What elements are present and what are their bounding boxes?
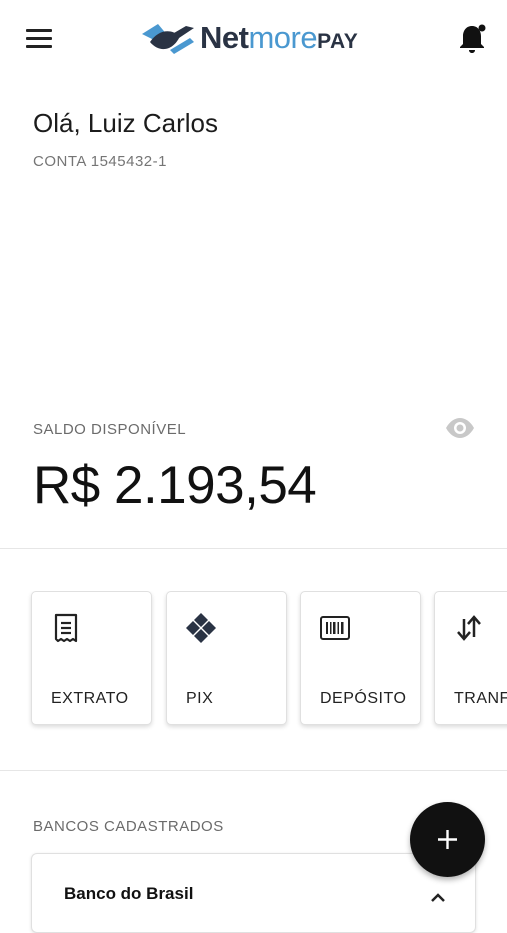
- balance-value: R$ 2.193,54: [33, 456, 317, 515]
- eye-icon[interactable]: [444, 416, 476, 440]
- logo-wordmark: NetmorePAY: [200, 20, 359, 55]
- barcode-icon: [320, 616, 350, 640]
- action-label: EXTRATO: [51, 690, 129, 707]
- divider: [0, 770, 507, 771]
- netmore-pay-logo: NetmorePAY: [140, 18, 358, 58]
- bell-icon[interactable]: [458, 22, 486, 54]
- bank-card[interactable]: Banco do Brasil: [31, 853, 476, 933]
- action-label: DEPÓSITO: [320, 690, 407, 707]
- add-button[interactable]: [410, 802, 485, 877]
- receipt-icon: [54, 613, 78, 643]
- action-transferencia[interactable]: TRANF: [434, 591, 507, 725]
- action-pix[interactable]: PIX: [166, 591, 287, 725]
- plus-icon: [438, 830, 457, 849]
- action-label: TRANF: [454, 690, 507, 707]
- app-header: NetmorePAY: [0, 0, 507, 80]
- user-greeting: Olá, Luiz Carlos: [33, 108, 218, 138]
- logo-mark-icon: [142, 24, 194, 54]
- pix-icon: [186, 613, 216, 643]
- quick-actions: EXTRATO PIX DEPÓSITO TRANF: [0, 591, 507, 731]
- action-label: PIX: [186, 690, 214, 707]
- divider: [0, 548, 507, 549]
- chevron-up-icon: [431, 893, 445, 902]
- action-deposito[interactable]: DEPÓSITO: [300, 591, 421, 725]
- balance-label: SALDO DISPONÍVEL: [33, 421, 187, 438]
- account-number: CONTA 1545432-1: [33, 153, 167, 170]
- banks-section-label: BANCOS CADASTRADOS: [33, 818, 224, 835]
- action-extrato[interactable]: EXTRATO: [31, 591, 152, 725]
- hamburger-menu-icon[interactable]: [26, 29, 52, 49]
- swap-vertical-icon: [457, 615, 481, 641]
- bank-name: Banco do Brasil: [64, 884, 194, 903]
